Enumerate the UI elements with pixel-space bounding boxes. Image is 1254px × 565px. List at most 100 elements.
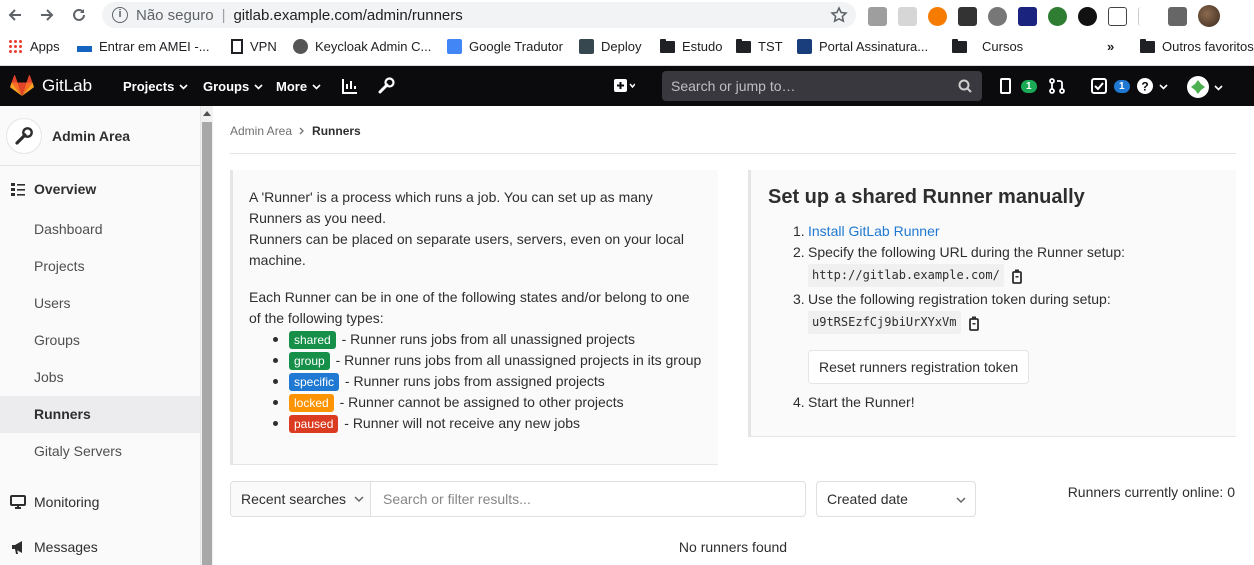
help-menu[interactable]: ?: [1136, 77, 1168, 95]
megaphone-icon: [10, 539, 26, 555]
profile-avatar[interactable]: [1198, 5, 1220, 27]
amei-icon: [77, 45, 92, 52]
projects-menu[interactable]: Projects: [123, 79, 188, 94]
runner-info-panel: A 'Runner' is a process which runs a job…: [230, 170, 718, 465]
sidebar-item-dashboard[interactable]: Dashboard: [0, 211, 200, 248]
todos-link[interactable]: 1: [1091, 78, 1130, 94]
extension-icon[interactable]: [928, 6, 947, 26]
sidebar-header[interactable]: Admin Area: [0, 106, 200, 166]
monitor-icon: [10, 494, 26, 510]
todo-check-icon: [1091, 78, 1107, 94]
admin-wrench-icon[interactable]: [377, 77, 395, 95]
brand-name: GitLab: [42, 76, 93, 95]
bookmark-google-translate[interactable]: Google Tradutor: [447, 39, 563, 54]
list-item: locked - Runner cannot be assigned to ot…: [269, 392, 702, 413]
filter-search-input[interactable]: Search or filter results...: [371, 482, 805, 516]
sidebar-item-jobs[interactable]: Jobs: [0, 359, 200, 396]
copy-token-icon[interactable]: [967, 315, 981, 331]
more-menu[interactable]: More: [276, 79, 321, 94]
bookmark-outros-favoritos[interactable]: Outros favoritos: [1140, 38, 1254, 54]
bookmark-vpn[interactable]: VPN: [231, 39, 277, 54]
forward-arrow-icon[interactable]: [38, 6, 56, 24]
extension-icon[interactable]: [1018, 6, 1037, 26]
runner-url-code: http://gitlab.example.com/: [808, 264, 1004, 287]
copy-url-icon[interactable]: [1010, 268, 1024, 284]
bookmark-portal-assinatura[interactable]: Portal Assinatura...: [797, 39, 928, 54]
gitlab-logo[interactable]: GitLab: [10, 75, 92, 97]
issues-icon: [1000, 78, 1014, 94]
chevron-down-icon: [312, 82, 321, 91]
info-icon[interactable]: i: [112, 7, 128, 23]
bookmark-apps[interactable]: Apps: [8, 39, 60, 54]
recent-searches-dropdown[interactable]: Recent searches: [231, 482, 371, 516]
bookmark-tst[interactable]: TST: [736, 38, 783, 54]
extension-icon[interactable]: [898, 6, 917, 26]
bookmark-star-icon[interactable]: [830, 6, 848, 24]
extension-icon[interactable]: [988, 6, 1007, 26]
tanuki-icon: [10, 75, 34, 97]
url-text: gitlab.example.com/admin/runners: [233, 6, 463, 24]
merge-request-icon[interactable]: [1048, 77, 1066, 95]
reading-list-icon[interactable]: [1168, 6, 1187, 26]
sidebar-scrollbar[interactable]: [201, 106, 213, 565]
bookmark-overflow[interactable]: »: [1107, 39, 1114, 54]
list-item: group - Runner runs jobs from all unassi…: [269, 350, 702, 371]
back-arrow-icon[interactable]: [6, 6, 24, 24]
user-menu[interactable]: [1187, 76, 1223, 98]
setup-step-4: 4. Start the Runner!: [793, 394, 915, 410]
shared-badge: shared: [289, 331, 336, 349]
list-item: shared - Runner runs jobs from all unass…: [269, 329, 702, 350]
new-item-plus-icon[interactable]: [613, 77, 635, 95]
sidebar-item-groups[interactable]: Groups: [0, 322, 200, 359]
admin-sidebar: Admin Area Overview Dashboard Projects U…: [0, 106, 201, 565]
breadcrumb-runners[interactable]: Runners: [312, 124, 361, 138]
security-status: Não seguro: [136, 6, 214, 24]
svg-text:?: ?: [1141, 80, 1148, 94]
sidebar-item-gitaly-servers[interactable]: Gitaly Servers: [0, 433, 200, 470]
chevron-down-icon: [1214, 83, 1223, 92]
extension-icon[interactable]: [958, 6, 977, 26]
bookmark-deploy[interactable]: Deploy: [579, 39, 641, 54]
global-search-input[interactable]: Search or jump to…: [662, 71, 982, 101]
bookmark-keycloak[interactable]: Keycloak Admin C...: [293, 39, 431, 54]
runner-types-list: shared - Runner runs jobs from all unass…: [249, 329, 702, 434]
chevron-right-icon: [298, 127, 306, 135]
search-icon: [958, 79, 972, 93]
address-bar[interactable]: i Não seguro | gitlab.example.com/admin/…: [102, 2, 856, 28]
keycloak-icon: [293, 39, 308, 54]
breadcrumb-admin-area[interactable]: Admin Area: [230, 124, 292, 138]
bookmark-estudo[interactable]: Estudo: [660, 38, 722, 54]
issues-link[interactable]: 1: [1000, 78, 1037, 94]
sidebar-item-runners[interactable]: Runners: [0, 396, 200, 433]
group-badge: group: [289, 352, 330, 370]
sidebar-item-monitoring[interactable]: Monitoring: [0, 491, 200, 513]
bookmark-amei[interactable]: Entrar em AMEI -...: [77, 39, 210, 54]
extension-icon[interactable]: [868, 6, 887, 26]
extension-icon[interactable]: [1108, 6, 1127, 26]
groups-menu[interactable]: Groups: [203, 79, 263, 94]
todos-count-badge: 1: [1114, 79, 1130, 93]
empty-state-text: No runners found: [678, 539, 788, 555]
sidebar-item-overview[interactable]: Overview: [0, 178, 200, 200]
runners-online-count: Runners currently online: 0: [1067, 484, 1235, 500]
help-question-icon: ?: [1136, 77, 1154, 95]
user-avatar-icon: [1187, 76, 1209, 98]
sort-dropdown[interactable]: Created date: [816, 481, 976, 517]
chevron-down-icon: [354, 494, 364, 504]
install-runner-link[interactable]: Install GitLab Runner: [808, 223, 940, 239]
bookmark-cursos[interactable]: Cursos: [952, 38, 1023, 54]
shared-runner-setup-panel: Set up a shared Runner manually 1. Instal…: [748, 170, 1236, 437]
overview-list-icon: [10, 181, 26, 197]
sidebar-title: Admin Area: [52, 127, 131, 144]
reload-icon[interactable]: [70, 6, 88, 24]
chevron-down-icon: [254, 82, 263, 91]
setup-title: Set up a shared Runner manually: [768, 186, 1085, 208]
setup-step-3: 3. Use the following registration token d…: [768, 289, 1219, 392]
activity-chart-icon[interactable]: [341, 77, 359, 95]
extension-icon[interactable]: [1078, 6, 1097, 26]
sidebar-item-users[interactable]: Users: [0, 285, 200, 322]
extension-icon[interactable]: [1048, 6, 1067, 26]
reset-token-button[interactable]: Reset runners registration token: [808, 350, 1030, 384]
sidebar-item-projects[interactable]: Projects: [0, 248, 200, 285]
sidebar-item-messages[interactable]: Messages: [0, 536, 200, 558]
